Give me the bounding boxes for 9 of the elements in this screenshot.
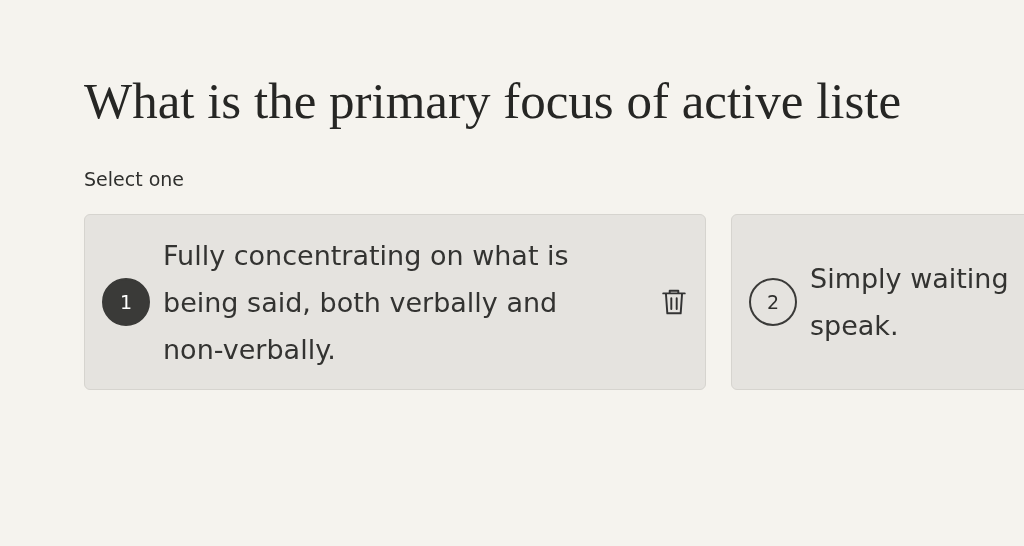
- option-text: Fully concentrating on what is being said, both verbally and non-verbally.: [163, 238, 570, 367]
- answer-option[interactable]: 2 Simply waiting speak.: [731, 214, 1024, 390]
- trash-icon[interactable]: [661, 288, 687, 316]
- question-title: What is the primary focus of active liste: [84, 72, 902, 130]
- instruction-text: Select one: [84, 168, 184, 190]
- answer-option[interactable]: 1 Fully concentrating on what is being said, both verbally and non-verbally.: [84, 214, 706, 390]
- option-number: 1: [102, 278, 150, 326]
- option-number: 2: [749, 278, 797, 326]
- option-text: Simply waiting speak.: [810, 262, 1010, 343]
